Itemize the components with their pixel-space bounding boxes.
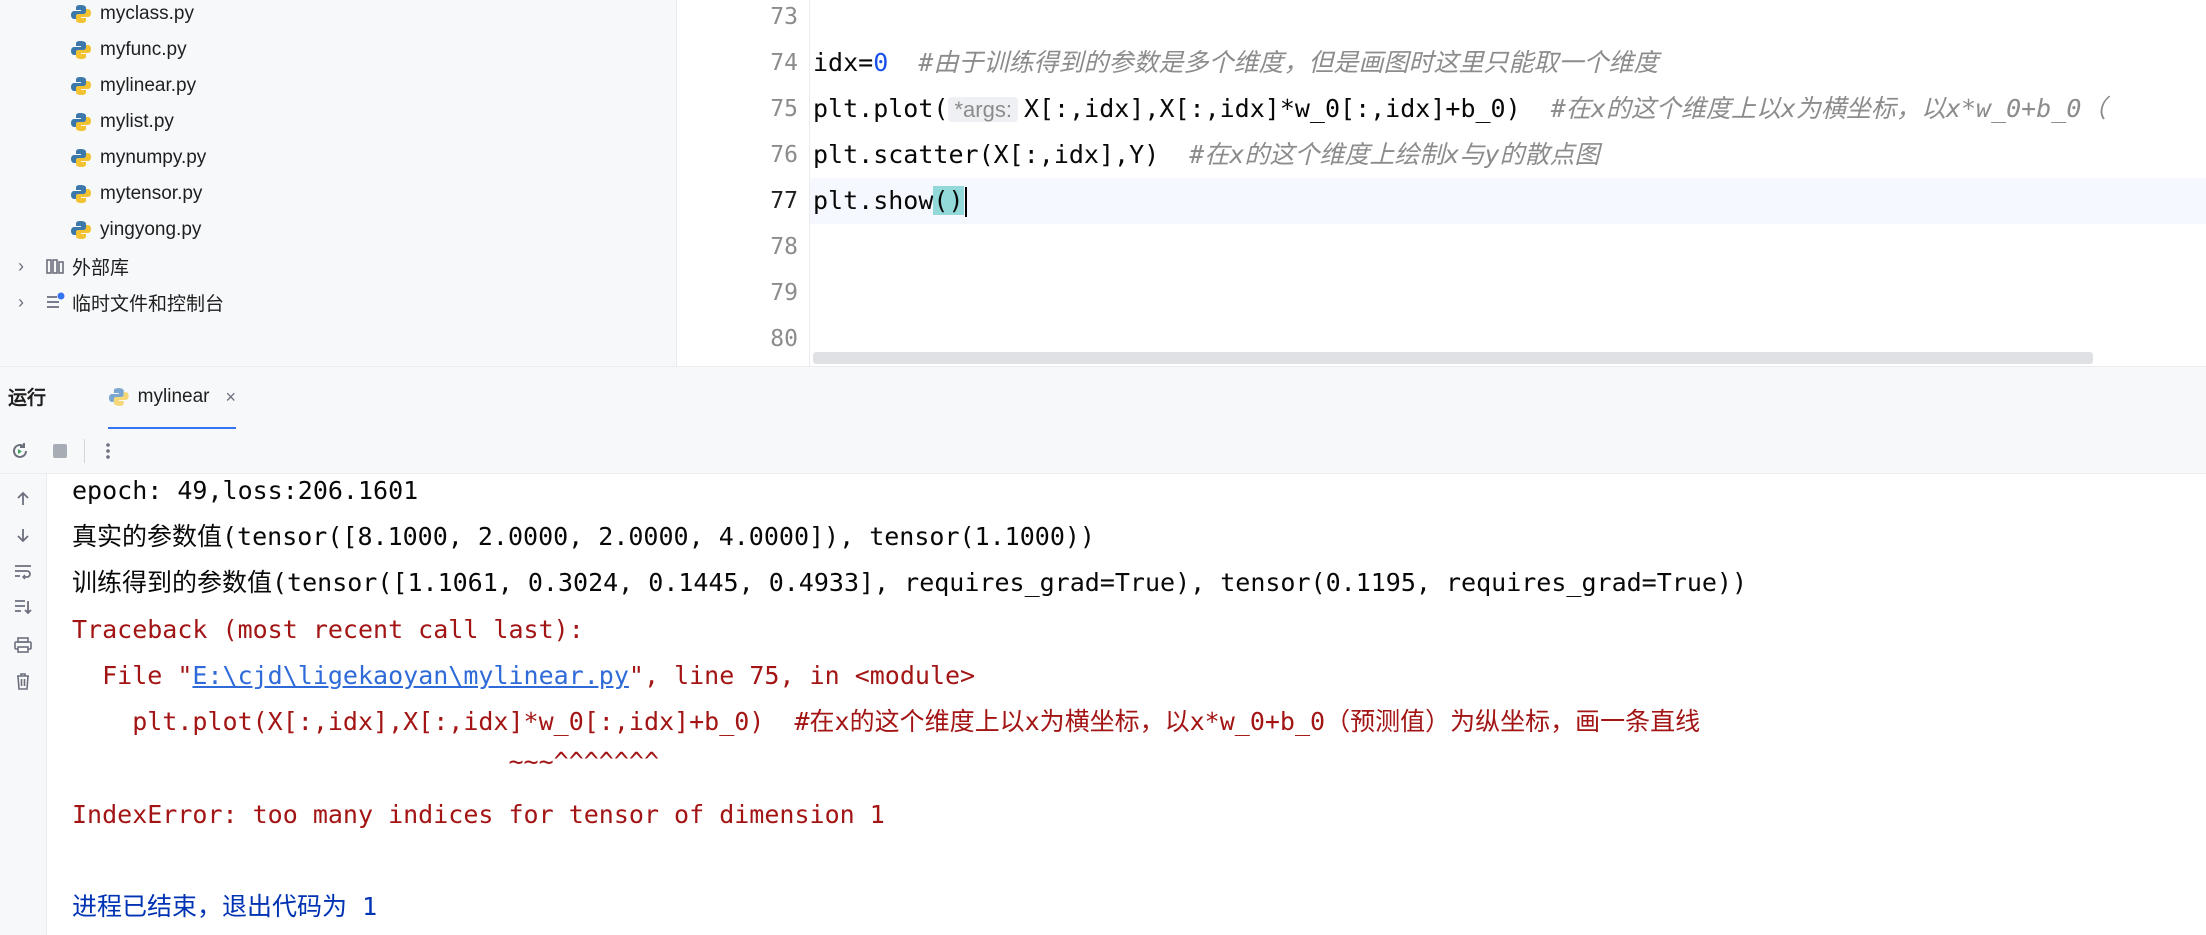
stop-icon[interactable] bbox=[46, 437, 74, 465]
exit-code: 1 bbox=[362, 892, 378, 921]
python-file-icon bbox=[108, 388, 129, 406]
soft-wrap-icon[interactable] bbox=[8, 556, 38, 586]
tree-external-libraries[interactable]: › 外部库 bbox=[14, 248, 129, 284]
tree-file-label: mytensor.py bbox=[100, 183, 203, 204]
tree-file-mynumpy[interactable]: mynumpy.py bbox=[70, 140, 206, 176]
code-comment: #在x的这个维度上绘制x与y的散点图 bbox=[1189, 140, 1600, 169]
run-panel-header: 运行 mylinear × bbox=[0, 367, 2206, 430]
python-file-icon bbox=[71, 149, 91, 167]
python-file-icon bbox=[71, 77, 91, 95]
arrow-down-icon[interactable] bbox=[8, 520, 38, 550]
console-exit-line: 进程已结束，退出代码为 1 bbox=[72, 884, 377, 930]
console-text: File " bbox=[72, 661, 193, 690]
code-text: plt.show bbox=[813, 186, 934, 215]
console-error-line: File "E:\cjd\ligekaoyan\mylinear.py", li… bbox=[72, 653, 975, 699]
python-file-icon bbox=[71, 5, 91, 23]
toolbar-separator bbox=[84, 439, 85, 463]
console-text: 进程已结束，退出代码为 bbox=[72, 892, 363, 921]
line-number: 79 bbox=[770, 280, 798, 306]
tree-file-label: mylist.py bbox=[100, 111, 174, 132]
console-side-toolbar bbox=[0, 474, 47, 935]
code-editor[interactable]: 73 74 75 76 77 78 79 80 idx=0 #由于训练得到的参数… bbox=[677, 0, 2206, 366]
tree-file-mylist[interactable]: mylist.py bbox=[70, 104, 174, 140]
code-line-74: idx=0 #由于训练得到的参数是多个维度，但是画图时这里只能取一个维度 bbox=[813, 40, 1658, 86]
console-error-line: ~~~^^^^^^^ bbox=[72, 747, 659, 776]
scratches-icon bbox=[47, 292, 65, 308]
arrow-up-icon[interactable] bbox=[8, 484, 38, 514]
console-line: 训练得到的参数值(tensor([1.1061, 0.3024, 0.1445,… bbox=[72, 568, 1748, 597]
console-line: epoch: 49,loss:206.1601 bbox=[72, 476, 419, 505]
code-text: plt.scatter(X[:,idx],Y) bbox=[813, 140, 1160, 169]
chevron-right-icon[interactable]: › bbox=[14, 256, 28, 277]
close-icon[interactable]: × bbox=[225, 387, 236, 408]
line-number-gutter: 73 74 75 76 77 78 79 80 bbox=[677, 0, 810, 366]
print-icon[interactable] bbox=[8, 630, 38, 660]
console-text: ", line 75, in <module> bbox=[628, 661, 976, 690]
code-text: idx= bbox=[813, 48, 874, 77]
horizontal-scrollbar[interactable] bbox=[813, 352, 2093, 364]
python-file-icon bbox=[71, 221, 91, 239]
tree-file-label: myfunc.py bbox=[100, 39, 187, 60]
tree-file-mytensor[interactable]: mytensor.py bbox=[70, 176, 202, 212]
code-text: X[:,idx],X[:,idx]*w_0[:,idx]+b_0) bbox=[1023, 94, 1521, 123]
parameter-hint: *args: bbox=[948, 97, 1018, 122]
tree-file-label: mynumpy.py bbox=[100, 147, 207, 168]
tree-folder-label: 外部库 bbox=[72, 257, 130, 279]
run-toolbar bbox=[0, 429, 2206, 474]
code-line-76: plt.scatter(X[:,idx],Y) #在x的这个维度上绘制x与y的散… bbox=[813, 132, 1600, 178]
line-number: 78 bbox=[770, 234, 798, 260]
code-text: plt.plot( bbox=[813, 94, 949, 123]
tree-file-yingyong[interactable]: yingyong.py bbox=[70, 212, 201, 248]
tree-file-label: myclass.py bbox=[100, 3, 194, 24]
run-panel-title: 运行 bbox=[8, 388, 47, 409]
code-line-77: plt.show() bbox=[813, 178, 967, 224]
matched-paren: () bbox=[933, 186, 964, 215]
tree-file-mylinear[interactable]: mylinear.py bbox=[70, 68, 196, 104]
line-number: 73 bbox=[770, 4, 798, 30]
line-number: 76 bbox=[770, 142, 798, 168]
line-number: 75 bbox=[770, 96, 798, 122]
gutter-divider bbox=[809, 0, 810, 366]
tree-file-label: yingyong.py bbox=[100, 219, 202, 240]
library-icon bbox=[46, 259, 64, 274]
file-link[interactable]: E:\cjd\ligekaoyan\mylinear.py bbox=[192, 661, 629, 690]
more-options-icon[interactable] bbox=[94, 437, 122, 465]
tree-file-label: mylinear.py bbox=[100, 75, 197, 96]
line-number: 80 bbox=[770, 326, 798, 352]
tree-folder-label: 临时文件和控制台 bbox=[72, 293, 225, 315]
tab-mylinear[interactable]: mylinear × bbox=[108, 367, 236, 430]
line-number-current: 77 bbox=[770, 188, 798, 214]
tab-label: mylinear bbox=[137, 386, 210, 407]
tree-file-myfunc[interactable]: myfunc.py bbox=[70, 32, 187, 68]
code-comment: #在x的这个维度上以x为横坐标，以x*w_0+b_0（ bbox=[1550, 94, 2107, 123]
console-error-line: IndexError: too many indices for tensor … bbox=[72, 800, 885, 829]
console-output[interactable]: epoch: 49,loss:206.1601 真实的参数值(tensor([8… bbox=[72, 474, 2192, 935]
code-line-75: plt.plot(*args: X[:,idx],X[:,idx]*w_0[:,i… bbox=[813, 86, 2106, 132]
run-panel: 运行 mylinear × epoch: 49,loss:206.1601 真实… bbox=[0, 366, 2206, 935]
scroll-to-end-icon[interactable] bbox=[8, 592, 38, 622]
python-file-icon bbox=[71, 41, 91, 59]
tree-file-myclass[interactable]: myclass.py bbox=[70, 0, 194, 32]
python-file-icon bbox=[71, 113, 91, 131]
console-line: 真实的参数值(tensor([8.1000, 2.0000, 2.0000, 4… bbox=[72, 522, 1095, 551]
line-number: 74 bbox=[770, 50, 798, 76]
chevron-right-icon[interactable]: › bbox=[14, 292, 28, 313]
project-tree: myclass.py myfunc.py mylinear.py mylist.… bbox=[0, 0, 677, 366]
trash-icon[interactable] bbox=[8, 666, 38, 696]
code-number: 0 bbox=[873, 48, 889, 77]
console-error-line: Traceback (most recent call last): bbox=[72, 615, 584, 644]
text-caret bbox=[964, 187, 967, 217]
rerun-icon[interactable] bbox=[6, 437, 34, 465]
tree-scratches-consoles[interactable]: › 临时文件和控制台 bbox=[14, 284, 224, 320]
python-file-icon bbox=[71, 185, 91, 203]
code-comment: #由于训练得到的参数是多个维度，但是画图时这里只能取一个维度 bbox=[918, 48, 1659, 77]
